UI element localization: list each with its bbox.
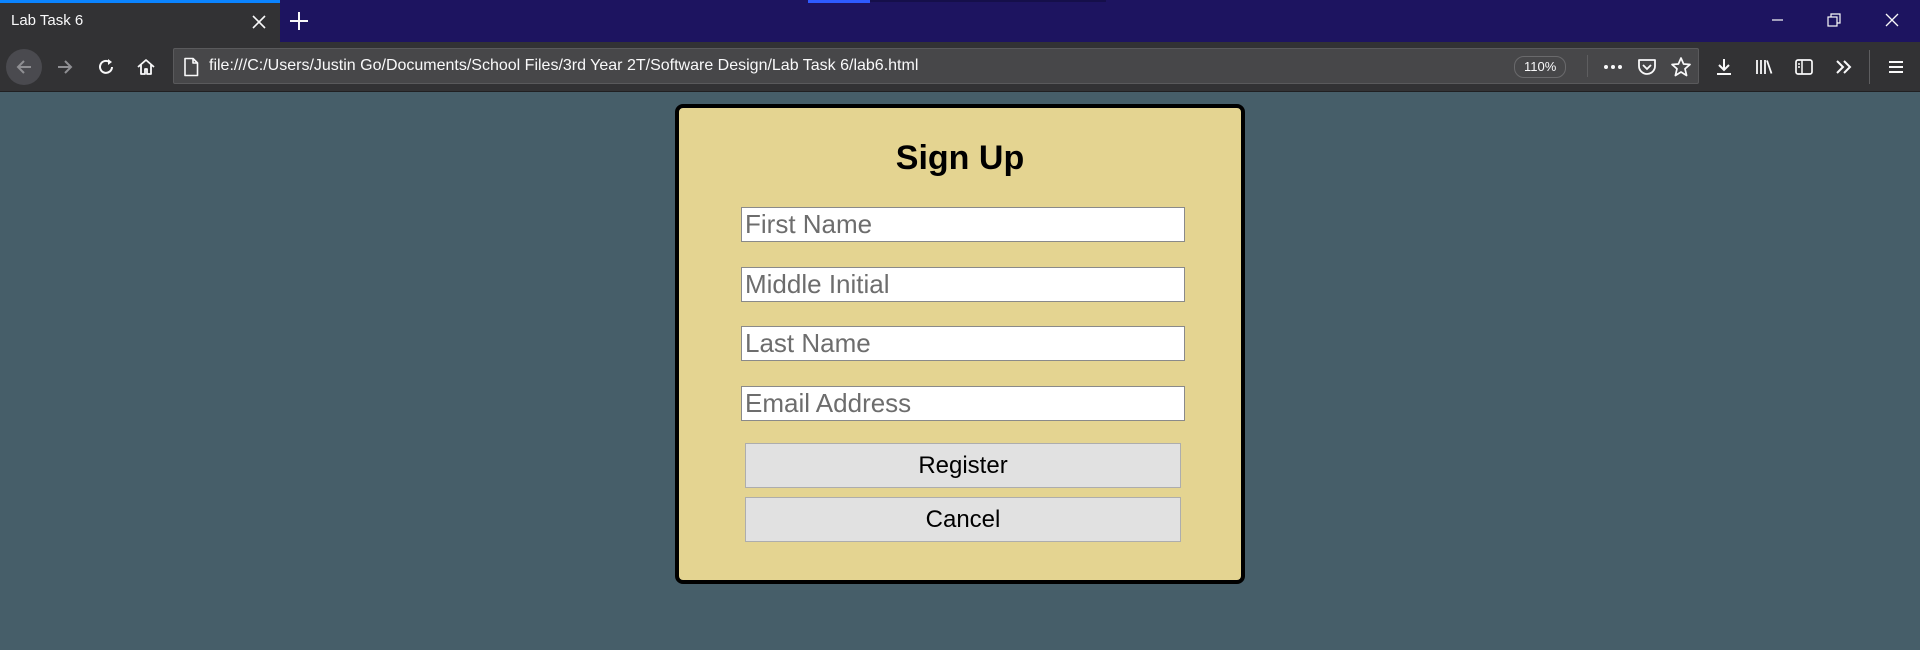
reload-button[interactable] bbox=[88, 49, 124, 85]
page-actions-icon[interactable] bbox=[1602, 56, 1624, 78]
restore-window-icon[interactable] bbox=[1806, 0, 1862, 42]
reload-icon bbox=[99, 59, 113, 74]
downloads-button[interactable] bbox=[1706, 49, 1742, 85]
forward-button[interactable] bbox=[47, 49, 83, 85]
download-icon bbox=[1717, 59, 1731, 75]
home-button[interactable] bbox=[128, 49, 164, 85]
sidebar-button[interactable] bbox=[1786, 49, 1822, 85]
tab-lab-task-6[interactable]: Lab Task 6 bbox=[0, 0, 280, 42]
url-text[interactable]: file:///C:/Users/Justin Go/Documents/Sch… bbox=[209, 57, 918, 75]
bookmark-star-icon[interactable] bbox=[1670, 56, 1692, 78]
new-tab-icon[interactable] bbox=[287, 9, 311, 33]
zoom-level-badge[interactable]: 110% bbox=[1514, 56, 1567, 78]
titlebar-drag-area bbox=[870, 0, 1106, 2]
first-name-input[interactable] bbox=[741, 207, 1185, 242]
hamburger-menu-icon bbox=[1889, 61, 1903, 73]
register-button[interactable]: Register bbox=[745, 443, 1181, 488]
email-input[interactable] bbox=[741, 386, 1185, 421]
address-bar[interactable]: file:///C:/Users/Justin Go/Documents/Sch… bbox=[173, 48, 1699, 84]
tab-loading-indicator bbox=[808, 0, 870, 3]
url-divider bbox=[1587, 55, 1588, 77]
close-window-icon[interactable] bbox=[1864, 0, 1920, 42]
signup-form: Sign Up Register Cancel bbox=[675, 104, 1245, 584]
page-icon bbox=[182, 57, 200, 82]
overflow-menu-button[interactable] bbox=[1826, 49, 1862, 85]
home-icon bbox=[137, 59, 155, 75]
main-menu-button[interactable] bbox=[1878, 49, 1914, 85]
close-tab-icon[interactable] bbox=[249, 12, 269, 32]
tab-title: Lab Task 6 bbox=[11, 12, 84, 29]
toolbar-divider bbox=[1869, 50, 1870, 84]
signup-title: Sign Up bbox=[895, 139, 1025, 177]
minimize-window-icon[interactable] bbox=[1750, 0, 1806, 42]
back-arrow-icon bbox=[16, 60, 31, 74]
sidebar-icon bbox=[1795, 59, 1813, 75]
back-button[interactable] bbox=[6, 49, 42, 85]
library-button[interactable] bbox=[1746, 49, 1782, 85]
middle-initial-input[interactable] bbox=[741, 267, 1185, 302]
library-icon bbox=[1756, 60, 1773, 74]
last-name-input[interactable] bbox=[741, 326, 1185, 361]
cancel-button[interactable]: Cancel bbox=[745, 497, 1181, 542]
tab-strip: Lab Task 6 bbox=[0, 0, 1920, 42]
pocket-icon[interactable] bbox=[1636, 56, 1658, 78]
forward-arrow-icon bbox=[58, 60, 73, 74]
navigation-toolbar: file:///C:/Users/Justin Go/Documents/Sch… bbox=[0, 42, 1920, 92]
chevron-double-right-icon bbox=[1836, 60, 1852, 74]
